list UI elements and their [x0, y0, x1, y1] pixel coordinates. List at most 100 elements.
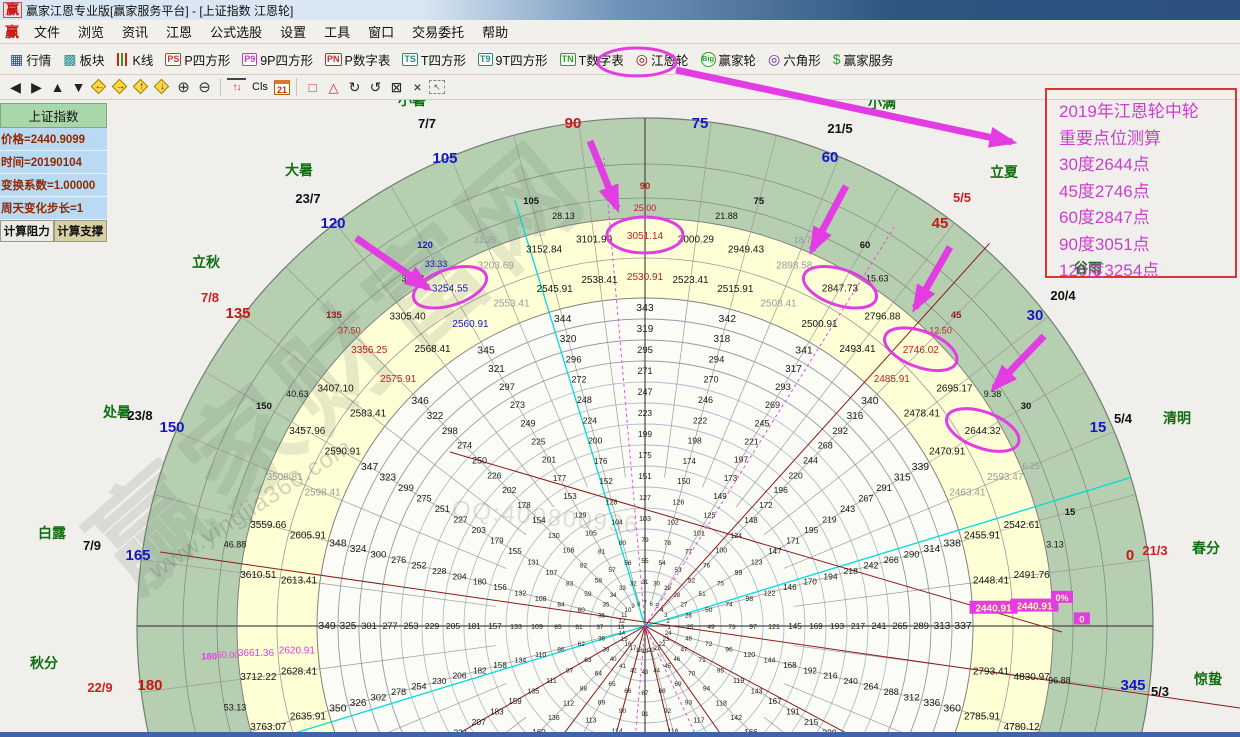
- tool-scale-tool[interactable]: ×: [408, 78, 427, 97]
- tool-zoom-in[interactable]: ⊕: [174, 78, 193, 97]
- calc-support-button[interactable]: 计算支撑: [54, 220, 108, 242]
- spiral-number: 108: [535, 596, 547, 603]
- spiral-number: 314: [924, 544, 941, 555]
- tool-calendar[interactable]: 21: [274, 80, 290, 95]
- toolbar-button-hexagon[interactable]: ◎六角形: [766, 49, 823, 70]
- spiral-number: 168: [783, 661, 797, 670]
- menu-item[interactable]: 窗口: [359, 22, 403, 41]
- winner-wheel-icon: Big: [701, 52, 716, 67]
- spiral-number: 297: [499, 382, 515, 393]
- toolbar-button-p-square[interactable]: PSP四方形: [163, 49, 232, 70]
- spiral-number: 167: [768, 697, 782, 706]
- spiral-number: 337: [954, 620, 972, 632]
- toolbar-button-quotes[interactable]: ▦行情: [8, 49, 53, 70]
- toolbar-button-gann-wheel[interactable]: ◎江恩轮: [634, 49, 691, 70]
- spiral-number: 122: [764, 591, 776, 598]
- spiral-number: 94: [703, 686, 711, 693]
- tool-close-box[interactable]: ⊠: [387, 78, 406, 97]
- inner-price: 2560.91: [452, 319, 489, 330]
- spiral-number: 207: [472, 717, 486, 727]
- toolbar-button-sectors[interactable]: ▩板块: [61, 49, 106, 70]
- tool-rotate-cw[interactable]: ↻: [345, 78, 364, 97]
- ring-angle-label: 60: [860, 240, 871, 251]
- menu-item[interactable]: 设置: [271, 22, 315, 41]
- sectors-icon: ▩: [63, 52, 76, 66]
- tool-shift-up[interactable]: ↑: [132, 78, 151, 97]
- spiral-number: 272: [571, 375, 586, 385]
- tool-select-tool[interactable]: ↖: [429, 80, 445, 94]
- spiral-number: 228: [432, 566, 446, 576]
- degree-label: 150: [159, 419, 184, 436]
- spiral-number: 86: [557, 647, 565, 654]
- menu-item[interactable]: 交易委托: [403, 22, 473, 41]
- menu-item[interactable]: 江恩: [157, 22, 201, 41]
- toolbar-button-label: T数字表: [579, 50, 624, 69]
- toolbar-button-9t-square[interactable]: T99T四方形: [476, 49, 550, 70]
- tool-shift-down[interactable]: ↓: [153, 78, 172, 97]
- inner-price: 2568.41: [414, 344, 451, 355]
- menu-item[interactable]: 公式选股: [201, 22, 271, 41]
- toolbar-button-p-number-table[interactable]: PNP数字表: [323, 49, 392, 70]
- window-bottom-border: [0, 732, 1240, 737]
- outer-price: 2491.76: [1014, 570, 1051, 581]
- menu-item[interactable]: 文件: [25, 22, 69, 41]
- spiral-number: 312: [904, 692, 920, 703]
- tool-nav-next[interactable]: ▶: [27, 78, 46, 97]
- spiral-number: 104: [611, 520, 623, 527]
- title-bar: 赢 赢家江恩专业版[赢家服务平台] - [上证指数 江恩轮]: [0, 0, 1240, 20]
- toolbar-button-9p-square[interactable]: P99P四方形: [240, 49, 315, 70]
- inner-price: 2470.91: [929, 447, 966, 458]
- toolbar-button-winner-wheel[interactable]: Big赢家轮: [699, 49, 759, 70]
- tool-nav-down[interactable]: ▼: [69, 78, 88, 97]
- spiral-number: 78: [664, 540, 672, 547]
- tool-draw-triangle[interactable]: △: [324, 78, 343, 97]
- degree-label: 345: [1120, 677, 1145, 694]
- spiral-number: 321: [488, 364, 505, 375]
- spiral-number: 347: [361, 461, 379, 473]
- toolbar-button-label: 行情: [26, 50, 51, 69]
- menu-item[interactable]: 帮助: [473, 22, 517, 41]
- hexagon-icon: ◎: [768, 52, 780, 66]
- tool-shift-left[interactable]: ←: [90, 78, 109, 97]
- menu-item[interactable]: 资讯: [113, 22, 157, 41]
- spiral-number: 158: [493, 661, 507, 670]
- menu-item[interactable]: 工具: [315, 22, 359, 41]
- tool-nav-up[interactable]: ▲: [48, 78, 67, 97]
- toolbar-button-kline[interactable]: K线: [115, 49, 156, 70]
- solar-term-label: 小满: [868, 100, 896, 111]
- toolbar-button-t-square[interactable]: TST四方形: [400, 49, 468, 70]
- toolbar-button-t-number-table[interactable]: TNT数字表: [558, 49, 626, 70]
- percent-label: 96.88: [1048, 676, 1071, 686]
- toolbar-button-label: 板块: [79, 50, 104, 69]
- spiral-number: 299: [398, 483, 414, 494]
- spiral-number: 67: [641, 690, 649, 697]
- tool-rotate-ccw[interactable]: ↺: [366, 78, 385, 97]
- calc-resistance-button[interactable]: 计算阻力: [0, 220, 54, 242]
- spiral-number: 58: [595, 577, 603, 584]
- tool-nav-prev[interactable]: ◀: [6, 78, 25, 97]
- solar-term-label: 清明: [1163, 410, 1191, 426]
- spiral-number: 68: [658, 688, 666, 695]
- tool-t-range[interactable]: ↑↓: [227, 78, 246, 97]
- spiral-number: 269: [765, 400, 780, 410]
- shift-right-icon: →: [111, 78, 130, 97]
- toolbar-button-label: P四方形: [184, 50, 230, 69]
- spiral-number: 149: [713, 492, 727, 501]
- spiral-number: 180: [473, 578, 487, 587]
- tool-shift-right[interactable]: →: [111, 78, 130, 97]
- spiral-number: 229: [425, 621, 439, 631]
- outer-price: 2949.43: [728, 244, 765, 255]
- spiral-number: 96: [725, 647, 733, 654]
- toolbar-button-winner-service[interactable]: $赢家服务: [831, 49, 896, 70]
- spiral-number: 44: [653, 668, 660, 674]
- tool-zoom-out[interactable]: ⊖: [195, 78, 214, 97]
- menu-item[interactable]: 浏览: [69, 22, 113, 41]
- tool-draw-rect[interactable]: □: [303, 78, 322, 97]
- spiral-number: 320: [560, 334, 577, 345]
- spiral-number: 131: [527, 560, 539, 567]
- date-label: 7/7: [418, 116, 436, 131]
- tool-cls-button[interactable]: Cls: [248, 78, 272, 97]
- spiral-number: 156: [493, 583, 507, 592]
- spiral-number: 119: [733, 678, 744, 685]
- spiral-number: 317: [785, 364, 802, 375]
